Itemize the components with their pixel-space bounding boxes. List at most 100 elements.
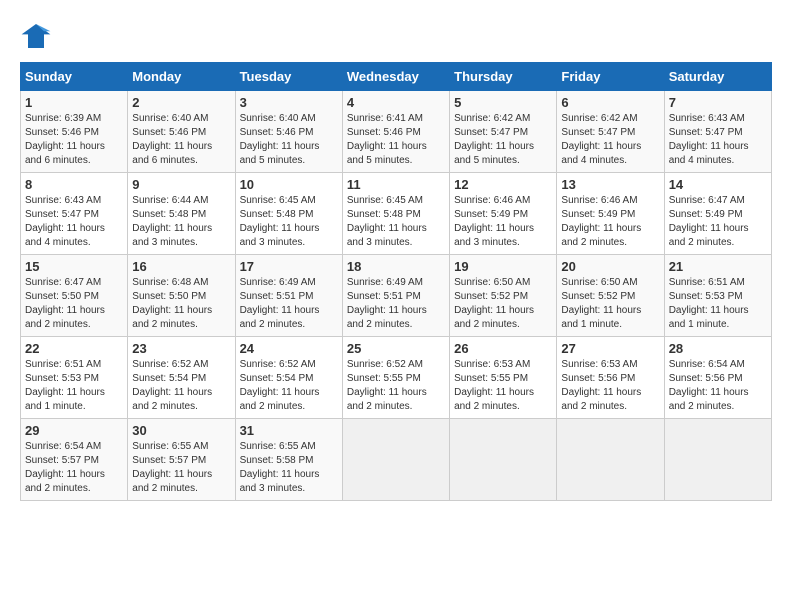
day-info: Sunrise: 6:52 AMSunset: 5:54 PMDaylight:… (240, 358, 338, 414)
day-number: 15 (25, 259, 123, 274)
day-cell-4: 4Sunrise: 6:41 AMSunset: 5:46 PMDaylight… (342, 91, 449, 173)
calendar-week-5: 29 Sunrise: 6:54 AMSunset: 5:57 PMDayligh… (21, 419, 772, 501)
calendar-week-1: 1Sunrise: 6:39 AMSunset: 5:46 PMDaylight… (21, 91, 772, 173)
day-cell-2: 2 Sunrise: 6:40 AMSunset: 5:46 PMDaylight… (128, 91, 235, 173)
day-cell-19: 19Sunrise: 6:50 AMSunset: 5:52 PMDayligh… (450, 255, 557, 337)
day-cell-24: 24 Sunrise: 6:52 AMSunset: 5:54 PMDayligh… (235, 337, 342, 419)
day-number: 29 (25, 423, 123, 438)
weekday-header-monday: Monday (128, 63, 235, 91)
day-cell-8: 8Sunrise: 6:43 AMSunset: 5:47 PMDaylight… (21, 173, 128, 255)
day-number: 23 (132, 341, 230, 356)
day-info: Sunrise: 6:55 AMSunset: 5:58 PMDaylight:… (240, 440, 338, 496)
calendar-week-2: 8Sunrise: 6:43 AMSunset: 5:47 PMDaylight… (21, 173, 772, 255)
day-number: 5 (454, 95, 552, 110)
day-number: 9 (132, 177, 230, 192)
day-cell-31: 31 Sunrise: 6:55 AMSunset: 5:58 PMDayligh… (235, 419, 342, 501)
calendar-body: 1Sunrise: 6:39 AMSunset: 5:46 PMDaylight… (21, 91, 772, 501)
day-info: Sunrise: 6:42 AMSunset: 5:47 PMDaylight:… (561, 112, 659, 168)
day-info: Sunrise: 6:51 AMSunset: 5:53 PMDaylight:… (25, 358, 123, 414)
day-number: 25 (347, 341, 445, 356)
day-cell-14: 14 Sunrise: 6:47 AMSunset: 5:49 PMDayligh… (664, 173, 771, 255)
day-cell-6: 6 Sunrise: 6:42 AMSunset: 5:47 PMDaylight… (557, 91, 664, 173)
day-cell-29: 29 Sunrise: 6:54 AMSunset: 5:57 PMDayligh… (21, 419, 128, 501)
day-number: 18 (347, 259, 445, 274)
day-cell-16: 16Sunrise: 6:48 AMSunset: 5:50 PMDayligh… (128, 255, 235, 337)
empty-cell (450, 419, 557, 501)
day-cell-18: 18 Sunrise: 6:49 AMSunset: 5:51 PMDayligh… (342, 255, 449, 337)
day-cell-26: 26 Sunrise: 6:53 AMSunset: 5:55 PMDayligh… (450, 337, 557, 419)
page-header (20, 20, 772, 52)
day-info: Sunrise: 6:51 AMSunset: 5:53 PMDaylight:… (669, 276, 767, 332)
calendar-header: SundayMondayTuesdayWednesdayThursdayFrid… (21, 63, 772, 91)
day-number: 31 (240, 423, 338, 438)
day-number: 28 (669, 341, 767, 356)
day-number: 27 (561, 341, 659, 356)
day-info: Sunrise: 6:45 AMSunset: 5:48 PMDaylight:… (347, 194, 445, 250)
day-info: Sunrise: 6:42 AMSunset: 5:47 PMDaylight:… (454, 112, 552, 168)
day-cell-25: 25 Sunrise: 6:52 AMSunset: 5:55 PMDayligh… (342, 337, 449, 419)
day-info: Sunrise: 6:40 AMSunset: 5:46 PMDaylight:… (240, 112, 338, 168)
day-info: Sunrise: 6:53 AMSunset: 5:55 PMDaylight:… (454, 358, 552, 414)
day-info: Sunrise: 6:44 AMSunset: 5:48 PMDaylight:… (132, 194, 230, 250)
day-number: 24 (240, 341, 338, 356)
day-number: 16 (132, 259, 230, 274)
weekday-header-wednesday: Wednesday (342, 63, 449, 91)
weekday-header-thursday: Thursday (450, 63, 557, 91)
day-cell-28: 28 Sunrise: 6:54 AMSunset: 5:56 PMDayligh… (664, 337, 771, 419)
day-number: 4 (347, 95, 445, 110)
day-cell-9: 9 Sunrise: 6:44 AMSunset: 5:48 PMDaylight… (128, 173, 235, 255)
day-number: 17 (240, 259, 338, 274)
calendar-week-3: 15Sunrise: 6:47 AMSunset: 5:50 PMDayligh… (21, 255, 772, 337)
day-info: Sunrise: 6:50 AMSunset: 5:52 PMDaylight:… (454, 276, 552, 332)
day-info: Sunrise: 6:46 AMSunset: 5:49 PMDaylight:… (561, 194, 659, 250)
day-info: Sunrise: 6:45 AMSunset: 5:48 PMDaylight:… (240, 194, 338, 250)
day-info: Sunrise: 6:54 AMSunset: 5:57 PMDaylight:… (25, 440, 123, 496)
day-number: 26 (454, 341, 552, 356)
day-number: 22 (25, 341, 123, 356)
day-info: Sunrise: 6:52 AMSunset: 5:55 PMDaylight:… (347, 358, 445, 414)
day-info: Sunrise: 6:54 AMSunset: 5:56 PMDaylight:… (669, 358, 767, 414)
day-cell-22: 22 Sunrise: 6:51 AMSunset: 5:53 PMDayligh… (21, 337, 128, 419)
day-cell-30: 30Sunrise: 6:55 AMSunset: 5:57 PMDayligh… (128, 419, 235, 501)
day-info: Sunrise: 6:53 AMSunset: 5:56 PMDaylight:… (561, 358, 659, 414)
day-number: 21 (669, 259, 767, 274)
weekday-header-tuesday: Tuesday (235, 63, 342, 91)
day-number: 12 (454, 177, 552, 192)
logo (20, 20, 56, 52)
empty-cell (342, 419, 449, 501)
day-info: Sunrise: 6:40 AMSunset: 5:46 PMDaylight:… (132, 112, 230, 168)
day-cell-1: 1Sunrise: 6:39 AMSunset: 5:46 PMDaylight… (21, 91, 128, 173)
day-info: Sunrise: 6:50 AMSunset: 5:52 PMDaylight:… (561, 276, 659, 332)
day-info: Sunrise: 6:49 AMSunset: 5:51 PMDaylight:… (240, 276, 338, 332)
day-info: Sunrise: 6:43 AMSunset: 5:47 PMDaylight:… (669, 112, 767, 168)
calendar-table: SundayMondayTuesdayWednesdayThursdayFrid… (20, 62, 772, 501)
day-number: 2 (132, 95, 230, 110)
day-cell-3: 3 Sunrise: 6:40 AMSunset: 5:46 PMDaylight… (235, 91, 342, 173)
day-cell-23: 23Sunrise: 6:52 AMSunset: 5:54 PMDayligh… (128, 337, 235, 419)
calendar-week-4: 22 Sunrise: 6:51 AMSunset: 5:53 PMDayligh… (21, 337, 772, 419)
day-cell-5: 5 Sunrise: 6:42 AMSunset: 5:47 PMDaylight… (450, 91, 557, 173)
day-number: 14 (669, 177, 767, 192)
day-number: 6 (561, 95, 659, 110)
weekday-header-friday: Friday (557, 63, 664, 91)
day-number: 3 (240, 95, 338, 110)
day-cell-17: 17 Sunrise: 6:49 AMSunset: 5:51 PMDayligh… (235, 255, 342, 337)
day-cell-7: 7 Sunrise: 6:43 AMSunset: 5:47 PMDaylight… (664, 91, 771, 173)
day-cell-11: 11 Sunrise: 6:45 AMSunset: 5:48 PMDayligh… (342, 173, 449, 255)
day-info: Sunrise: 6:43 AMSunset: 5:47 PMDaylight:… (25, 194, 123, 250)
day-cell-10: 10Sunrise: 6:45 AMSunset: 5:48 PMDayligh… (235, 173, 342, 255)
day-cell-21: 21 Sunrise: 6:51 AMSunset: 5:53 PMDayligh… (664, 255, 771, 337)
day-cell-20: 20Sunrise: 6:50 AMSunset: 5:52 PMDayligh… (557, 255, 664, 337)
weekday-header-sunday: Sunday (21, 63, 128, 91)
empty-cell (664, 419, 771, 501)
day-number: 7 (669, 95, 767, 110)
day-number: 1 (25, 95, 123, 110)
weekday-header-row: SundayMondayTuesdayWednesdayThursdayFrid… (21, 63, 772, 91)
day-info: Sunrise: 6:49 AMSunset: 5:51 PMDaylight:… (347, 276, 445, 332)
empty-cell (557, 419, 664, 501)
day-cell-12: 12Sunrise: 6:46 AMSunset: 5:49 PMDayligh… (450, 173, 557, 255)
day-number: 11 (347, 177, 445, 192)
day-info: Sunrise: 6:47 AMSunset: 5:49 PMDaylight:… (669, 194, 767, 250)
weekday-header-saturday: Saturday (664, 63, 771, 91)
day-cell-27: 27 Sunrise: 6:53 AMSunset: 5:56 PMDayligh… (557, 337, 664, 419)
